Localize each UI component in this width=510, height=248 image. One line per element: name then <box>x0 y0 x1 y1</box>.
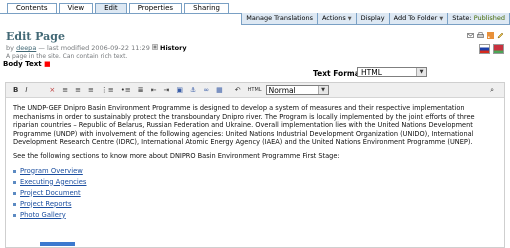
list-item: Photo Gallery <box>13 210 497 221</box>
add-to-folder-label: Add To Folder <box>393 13 438 22</box>
paragraph-style-select[interactable]: Normal ▼ <box>265 85 329 95</box>
definition-list-icon[interactable]: ≣ <box>138 86 144 94</box>
numbered-list-icon[interactable]: ⋮≡ <box>101 86 114 94</box>
undo-icon[interactable]: ↶ <box>235 86 241 94</box>
chevron-down-icon: ▼ <box>439 15 444 22</box>
insert-image-icon[interactable]: ▣ <box>176 86 183 94</box>
actions-menu[interactable]: Actions ▼ <box>316 12 356 25</box>
tab-contents[interactable]: Contents <box>7 3 57 13</box>
chevron-down-icon: ▼ <box>317 86 328 94</box>
editor-content[interactable]: The UNDP-GEF Dnipro Basin Environment Pr… <box>6 98 504 247</box>
tab-properties[interactable]: Properties <box>128 3 183 13</box>
document-actions <box>467 32 504 39</box>
byline-prefix: by <box>6 44 14 52</box>
add-to-folder-menu[interactable]: Add To Folder ▼ <box>388 12 448 25</box>
section-links: Program Overview Executing Agencies Proj… <box>13 166 497 221</box>
chevron-down-icon: ▼ <box>416 68 426 76</box>
chevron-down-icon: ▼ <box>347 15 352 22</box>
indent-icon[interactable]: ⇥ <box>164 86 170 94</box>
zoom-search-icon[interactable]: ⌕ <box>490 86 494 95</box>
content-tabs: Contents View Edit Properties Sharing <box>7 3 229 13</box>
flag-icon-russian[interactable] <box>479 44 490 54</box>
tab-sharing[interactable]: Sharing <box>184 3 229 13</box>
intro-paragraph: The UNDP-GEF Dnipro Basin Environment Pr… <box>13 104 475 147</box>
state-label: State: <box>452 14 472 22</box>
list-item: Program Overview <box>13 166 497 177</box>
project-document-link[interactable]: Project Document <box>20 189 81 197</box>
state-value: Published <box>473 14 505 22</box>
align-right-icon[interactable]: ≡ <box>88 86 94 94</box>
history-icon <box>152 44 158 52</box>
body-text-label-text: Body Text <box>3 60 42 68</box>
rss-icon[interactable] <box>487 32 494 39</box>
required-marker-icon: ■ <box>44 60 51 68</box>
bold-icon[interactable]: B <box>13 86 18 94</box>
field-description: A page in the site. Can contain rich tex… <box>6 53 128 60</box>
flag-icon-belarusian[interactable] <box>493 44 504 54</box>
text-format-value: HTML <box>361 68 382 77</box>
language-flags <box>479 44 504 54</box>
state-menu[interactable]: State: Published <box>447 13 509 24</box>
sections-paragraph: See the following sections to know more … <box>13 151 340 160</box>
bulleted-list-icon[interactable]: •≡ <box>121 86 131 94</box>
text-format-select[interactable]: HTML ▼ <box>357 67 427 77</box>
manage-translations-link[interactable]: Manage Translations <box>242 13 317 24</box>
text-format-label: Text Format <box>313 69 364 78</box>
executing-agencies-link[interactable]: Executing Agencies <box>20 178 86 186</box>
list-item: Project Reports <box>13 199 497 210</box>
content-actions-bar: Manage Translations Actions ▼ Display Ad… <box>241 12 510 25</box>
list-item: Executing Agencies <box>13 177 497 188</box>
edit-pencil-icon[interactable] <box>497 32 504 39</box>
editor-toolbar: B I × ≡ ≡ ≡ ⋮≡ •≡ ≣ ⇤ ⇥ ▣ ⚓ ∞ ▦ ↶ HTML N… <box>6 83 504 98</box>
editor-resize-handle[interactable] <box>40 242 75 246</box>
display-menu[interactable]: Display <box>355 13 389 24</box>
display-menu-label: Display <box>360 14 385 22</box>
tab-view[interactable]: View <box>58 3 94 13</box>
clear-format-icon[interactable]: × <box>49 86 55 94</box>
byline-modified: — last modified 2006-09-22 11:29 <box>38 44 150 52</box>
page-title: Edit Page <box>6 30 65 43</box>
list-item: Project Document <box>13 188 497 199</box>
author-link[interactable]: deepa <box>16 44 36 52</box>
html-source-icon[interactable]: HTML <box>248 87 262 93</box>
photo-gallery-link[interactable]: Photo Gallery <box>20 211 66 219</box>
align-center-icon[interactable]: ≡ <box>75 86 81 94</box>
project-reports-link[interactable]: Project Reports <box>20 200 72 208</box>
paragraph-style-value: Normal <box>268 86 296 95</box>
align-left-icon[interactable]: ≡ <box>62 86 68 94</box>
link-icon[interactable]: ∞ <box>203 86 209 94</box>
italic-icon[interactable]: I <box>25 86 27 94</box>
actions-menu-label: Actions <box>321 13 346 22</box>
send-mail-icon[interactable] <box>467 32 474 39</box>
program-overview-link[interactable]: Program Overview <box>20 167 83 175</box>
rich-text-editor: B I × ≡ ≡ ≡ ⋮≡ •≡ ≣ ⇤ ⇥ ▣ ⚓ ∞ ▦ ↶ HTML N… <box>5 82 505 248</box>
document-byline: by deepa — last modified 2006-09-22 11:2… <box>6 44 187 52</box>
tab-edit[interactable]: Edit <box>95 3 127 13</box>
anchor-icon[interactable]: ⚓ <box>190 86 196 94</box>
table-icon[interactable]: ▦ <box>216 86 223 94</box>
history-link[interactable]: History <box>160 44 187 52</box>
print-icon[interactable] <box>477 32 484 39</box>
outdent-icon[interactable]: ⇤ <box>151 86 157 94</box>
body-text-label: Body Text ■ <box>3 60 51 68</box>
